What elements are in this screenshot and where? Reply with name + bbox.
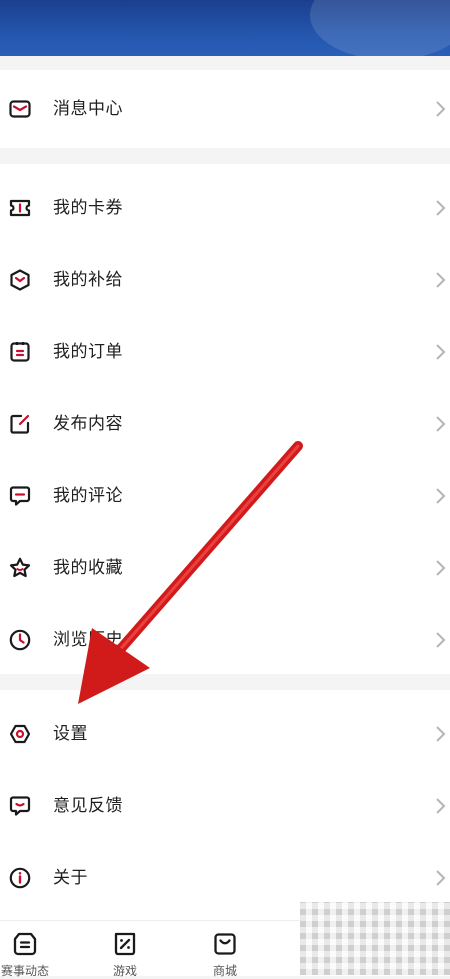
menu-item-label: 我的订单	[53, 342, 123, 362]
menu-item-label: 我的卡券	[53, 198, 123, 218]
order-icon	[10, 342, 30, 362]
tab-shop[interactable]: 商城	[185, 921, 265, 978]
chevron-right-icon	[436, 101, 446, 117]
chevron-right-icon	[436, 344, 446, 360]
menu-item-label: 我的补给	[53, 270, 123, 290]
chevron-right-icon	[436, 870, 446, 886]
chevron-right-icon	[436, 632, 446, 648]
comment-icon	[9, 486, 31, 506]
menu-item-orders[interactable]: 我的订单	[0, 316, 450, 388]
chevron-right-icon	[436, 488, 446, 504]
menu-item-label: 浏览历史	[53, 630, 123, 650]
menu-group-messages: 消息中心	[0, 70, 450, 148]
menu-item-label: 我的评论	[53, 486, 123, 506]
clock-icon	[9, 629, 31, 651]
chevron-right-icon	[436, 416, 446, 432]
tab-label: 赛事动态	[0, 964, 49, 978]
menu-item-history[interactable]: 浏览历史	[0, 604, 450, 676]
header-banner	[0, 0, 450, 56]
tab-label: 游戏	[112, 964, 137, 978]
menu-item-publish[interactable]: 发布内容	[0, 388, 450, 460]
news-icon	[13, 932, 37, 956]
mail-icon	[9, 100, 31, 118]
menu-group-personal: 我的卡券 我的补给 我的订单 发布内容 我的评论 我的收藏 浏览历史	[0, 164, 450, 674]
chevron-right-icon	[436, 798, 446, 814]
obscured-region	[300, 902, 450, 975]
supply-box-icon	[10, 269, 30, 291]
coupon-icon	[9, 199, 31, 217]
menu-item-comments[interactable]: 我的评论	[0, 460, 450, 532]
star-icon	[9, 557, 31, 578]
edit-icon	[10, 414, 30, 434]
chevron-right-icon	[436, 272, 446, 288]
menu-item-coupons[interactable]: 我的卡券	[0, 172, 450, 244]
menu-group-system: 设置 意见反馈 关于	[0, 690, 450, 920]
menu-item-label: 我的收藏	[53, 558, 123, 578]
menu-item-label: 发布内容	[53, 414, 123, 434]
menu-item-settings[interactable]: 设置	[0, 698, 450, 770]
menu-item-label: 消息中心	[53, 99, 123, 119]
menu-item-label: 关于	[53, 868, 88, 888]
tab-label: 商城	[212, 964, 237, 978]
tab-news[interactable]: 赛事动态	[0, 921, 65, 978]
menu-item-supplies[interactable]: 我的补给	[0, 244, 450, 316]
banner-decoration	[310, 0, 450, 56]
menu-item-message-center[interactable]: 消息中心	[0, 73, 450, 145]
info-icon	[9, 867, 31, 889]
menu-item-favorites[interactable]: 我的收藏	[0, 532, 450, 604]
tab-game[interactable]: 游戏	[85, 921, 165, 978]
chevron-right-icon	[436, 726, 446, 742]
chevron-right-icon	[436, 200, 446, 216]
feedback-icon	[9, 796, 31, 816]
game-icon	[114, 932, 136, 956]
chevron-right-icon	[436, 560, 446, 576]
menu-item-label: 意见反馈	[53, 796, 123, 816]
menu-item-label: 设置	[53, 724, 88, 744]
shop-icon	[214, 933, 236, 955]
gear-icon	[9, 724, 31, 744]
menu-item-feedback[interactable]: 意见反馈	[0, 770, 450, 842]
